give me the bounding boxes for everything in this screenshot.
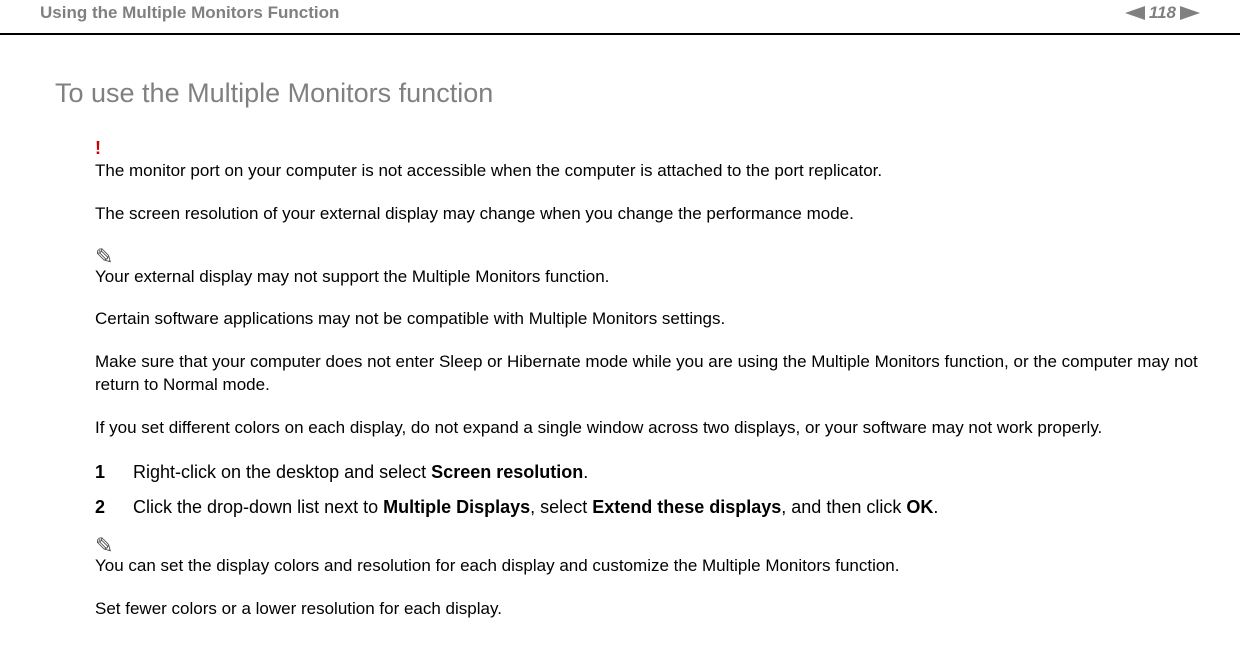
body-text: Certain software applications may not be… [95,308,1200,331]
page-content: To use the Multiple Monitors function ! … [0,35,1240,661]
list-item: 2 Click the drop-down list next to Multi… [55,495,1200,519]
note-block: ✎ You can set the display colors and res… [55,535,1200,621]
nav-prev-icon[interactable] [1125,6,1145,20]
warning-block: ! The monitor port on your computer is n… [55,136,1200,225]
body-text: If you set different colors on each disp… [95,417,1200,440]
page-header: Using the Multiple Monitors Function 118 [0,0,1240,35]
body-text: The monitor port on your computer is not… [95,160,1200,183]
step-text: Click the drop-down list next to Multipl… [133,495,938,519]
section-heading: To use the Multiple Monitors function [55,75,1200,111]
pencil-icon: ✎ [95,246,1200,268]
step-text: Right-click on the desktop and select Sc… [133,460,588,484]
nav-next-icon[interactable] [1180,6,1200,20]
pencil-icon: ✎ [95,535,1200,557]
body-text: You can set the display colors and resol… [95,555,1200,578]
page-number: 118 [1149,2,1176,25]
body-text: Make sure that your computer does not en… [95,351,1200,397]
steps-list: 1 Right-click on the desktop and select … [55,460,1200,519]
body-text: Your external display may not support th… [95,266,1200,289]
warning-icon: ! [95,136,1200,160]
list-item: 1 Right-click on the desktop and select … [55,460,1200,484]
body-text: The screen resolution of your external d… [95,203,1200,226]
page-nav: 118 [1125,2,1200,25]
header-title: Using the Multiple Monitors Function [40,2,339,25]
step-number: 2 [95,495,109,519]
note-block: ✎ Your external display may not support … [55,246,1200,441]
body-text: Set fewer colors or a lower resolution f… [95,598,1200,621]
step-number: 1 [95,460,109,484]
